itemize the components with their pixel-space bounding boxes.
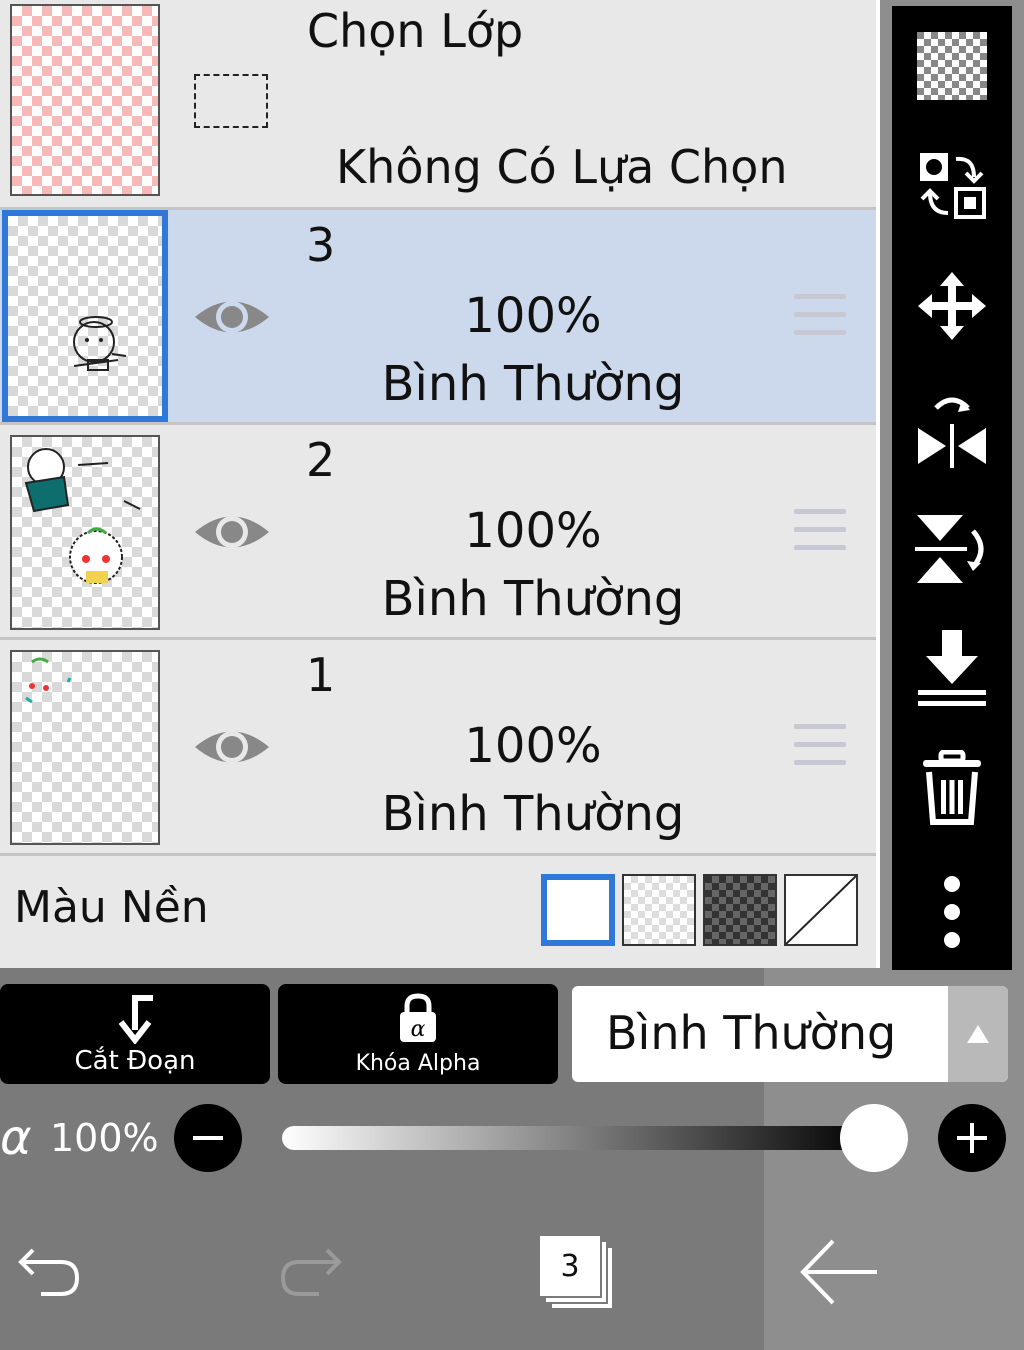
bg-light-checker-swatch[interactable] (622, 874, 696, 946)
opacity-slider-thumb[interactable] (840, 1104, 908, 1172)
selection-layer-thumbnail (10, 4, 160, 196)
opacity-slider[interactable] (282, 1126, 872, 1150)
more-icon[interactable] (892, 862, 1012, 962)
drag-handle-icon[interactable] (794, 724, 846, 768)
background-color-label: Màu Nền (14, 882, 209, 933)
flip-horizontal-icon[interactable] (892, 378, 1012, 478)
opacity-increase-button[interactable] (938, 1104, 1006, 1172)
layers-stack-icon: 3 (536, 1234, 616, 1310)
layer-row[interactable]: 2 100% Bình Thường (0, 425, 876, 640)
layer-row[interactable]: 1 100% Bình Thường (0, 640, 876, 856)
trash-icon[interactable] (892, 738, 1012, 838)
checker-icon[interactable] (892, 16, 1012, 116)
layer-thumbnail[interactable] (10, 435, 160, 630)
clipping-label: Cắt Đoạn (74, 1046, 196, 1076)
layer-opacity: 100% (464, 718, 602, 774)
visibility-eye-icon[interactable] (193, 722, 271, 772)
visibility-eye-icon[interactable] (193, 292, 271, 342)
blend-mode-select[interactable]: Bình Thường (572, 986, 1008, 1082)
sketch-thumbnail-icon (25, 657, 72, 704)
bottom-nav: 3 (0, 1192, 1024, 1350)
alpha-symbol: α (0, 1110, 32, 1166)
opacity-decrease-button[interactable] (174, 1104, 242, 1172)
minus-icon (193, 1136, 223, 1140)
alpha-lock-button[interactable]: α Khóa Alpha (278, 984, 558, 1084)
visibility-eye-icon[interactable] (193, 507, 271, 557)
layer-blend-mode: Bình Thường (381, 786, 685, 842)
selection-layer-title: Chọn Lớp (307, 4, 524, 58)
chevron-up-icon[interactable] (948, 986, 1008, 1082)
layer-panel: Chọn Lớp Không Có Lựa Chọn 3 100% Bình T… (0, 0, 880, 968)
clipping-button[interactable]: Cắt Đoạn (0, 984, 270, 1084)
redo-icon (280, 1248, 342, 1296)
layer-opacity: 100% (464, 288, 602, 344)
redo-button[interactable] (274, 1222, 354, 1322)
svg-text:α: α (411, 1017, 426, 1042)
layer-blend-mode: Bình Thường (381, 571, 685, 627)
layer-name: 3 (306, 218, 336, 272)
alpha-lock-icon: α (400, 993, 436, 1042)
opacity-value: 100% (50, 1116, 159, 1160)
swap-icon[interactable] (892, 136, 1012, 236)
drag-handle-icon[interactable] (794, 509, 846, 553)
drag-handle-icon[interactable] (794, 294, 846, 338)
back-arrow-icon (800, 1239, 877, 1305)
sketch-thumbnail-icon (24, 448, 141, 584)
undo-icon (18, 1248, 80, 1296)
plus-icon (957, 1123, 987, 1153)
layer-blend-mode: Bình Thường (381, 356, 685, 412)
layer-name: 2 (306, 433, 336, 487)
flip-vertical-icon[interactable] (892, 498, 1012, 598)
move-icon[interactable] (892, 256, 1012, 356)
merge-down-icon[interactable] (892, 618, 1012, 718)
bg-none-swatch[interactable] (784, 874, 858, 946)
selection-layer-row[interactable]: Chọn Lớp Không Có Lựa Chọn (0, 0, 876, 210)
layer-toolbar (892, 6, 1012, 970)
back-button[interactable] (796, 1222, 882, 1322)
layer-thumbnail[interactable] (2, 210, 168, 422)
layers-button[interactable]: 3 (534, 1222, 618, 1322)
alpha-lock-label: Khóa Alpha (355, 1051, 481, 1076)
bg-white-swatch[interactable] (541, 874, 615, 946)
selection-marquee-icon (194, 74, 268, 128)
layer-count: 3 (540, 1236, 600, 1296)
undo-button[interactable] (6, 1222, 86, 1322)
selection-status: Không Có Lựa Chọn (336, 140, 788, 194)
blend-mode-value: Bình Thường (606, 1006, 897, 1060)
layer-thumbnail[interactable] (10, 650, 160, 845)
layer-name: 1 (306, 648, 336, 702)
clipping-arrow-icon (118, 995, 153, 1044)
sketch-thumbnail-icon (73, 316, 127, 371)
bg-dark-checker-swatch[interactable] (703, 874, 777, 946)
layer-opacity: 100% (464, 503, 602, 559)
layer-row[interactable]: 3 100% Bình Thường (0, 210, 876, 425)
